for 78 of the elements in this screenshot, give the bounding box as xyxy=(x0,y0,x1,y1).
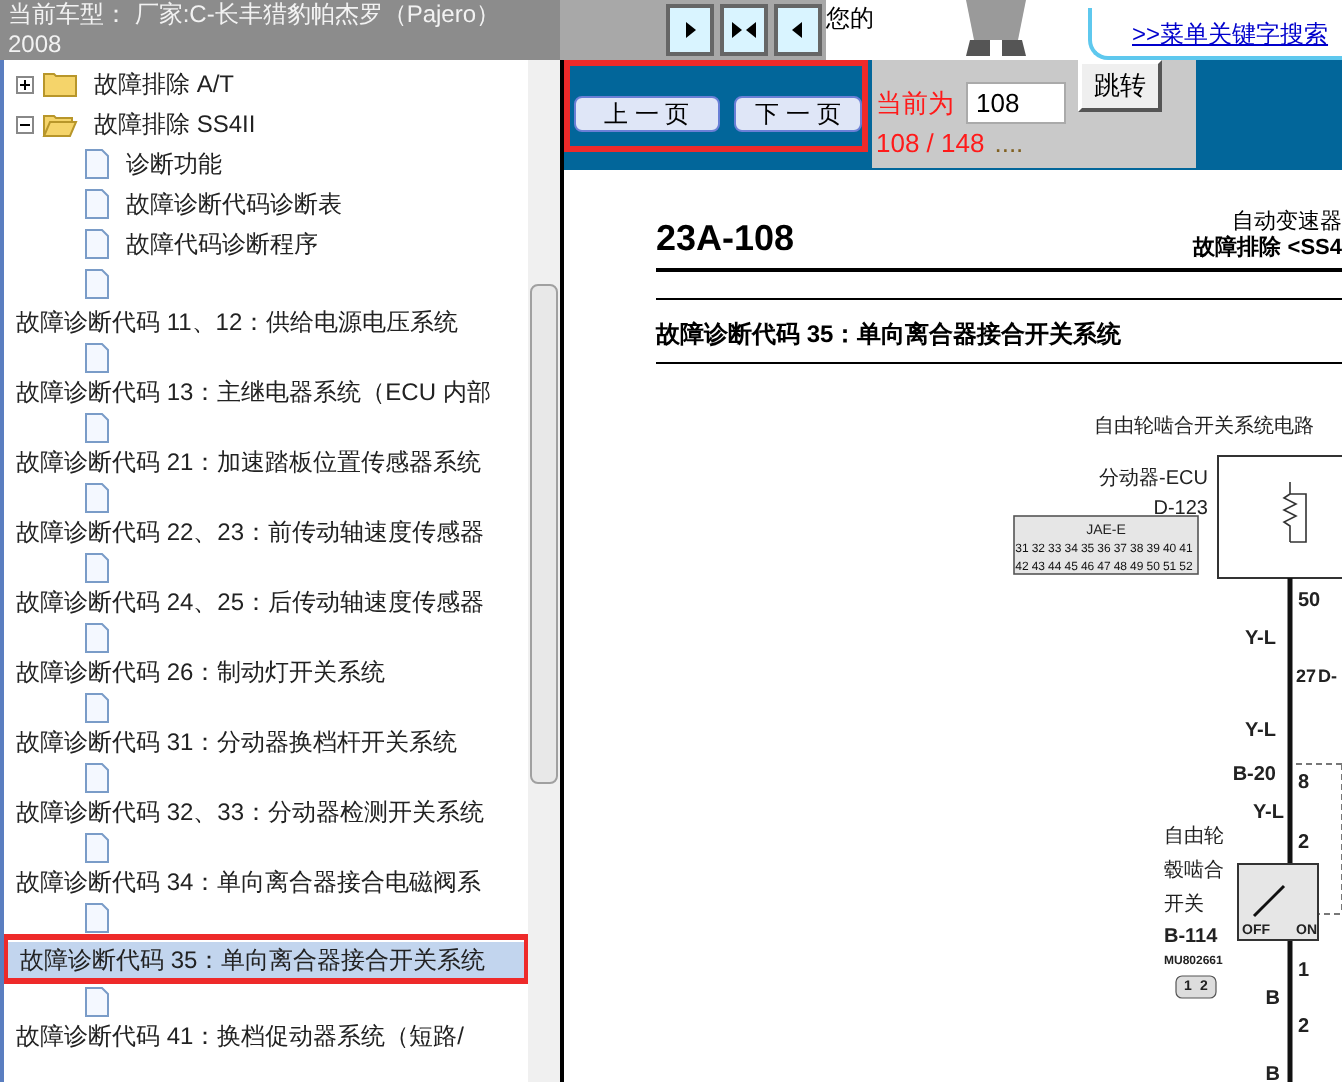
diagram-label: 50 xyxy=(1298,590,1321,612)
layout-toggle-button[interactable] xyxy=(720,4,768,56)
scrollbar[interactable] xyxy=(528,60,560,1082)
tree-item[interactable]: 故障诊断代码 32、33：分动器检测开关系统 xyxy=(4,794,528,830)
diagram-label: 2 xyxy=(1298,1016,1310,1038)
scrollbar-thumb[interactable] xyxy=(530,284,558,784)
diagram-label: D-123 xyxy=(1153,498,1208,520)
diagram-label: B-20 xyxy=(1232,764,1276,786)
connector-drawing xyxy=(1175,975,1217,999)
ecu-box xyxy=(1217,455,1342,579)
document-icon xyxy=(84,411,110,443)
tree-item[interactable]: 故障诊断代码 13：主继电器系统（ECU 内部 xyxy=(4,374,528,410)
tree-item[interactable]: 故障诊断代码 22、23：前传动轴速度传感器 xyxy=(4,514,528,550)
next-page-button[interactable]: 下 一 页 xyxy=(733,96,863,132)
tree-item[interactable]: 故障诊断代码 21：加速踏板位置传感器系统 xyxy=(4,444,528,480)
diagram-label: 2 xyxy=(1298,832,1310,854)
tree-item[interactable]: 故障诊断代码 34：单向离合器接合电磁阀系 xyxy=(4,864,528,900)
resistor-drawing xyxy=(1282,481,1307,543)
document-icon xyxy=(84,268,110,300)
folder-icon xyxy=(42,70,78,98)
document-icon xyxy=(84,481,110,513)
previous-page-button[interactable]: 上 一 页 xyxy=(574,96,720,132)
tree-item[interactable]: 诊断功能 xyxy=(4,144,528,184)
diagram-label: 27 xyxy=(1296,666,1317,686)
page-count: 108 / 148 xyxy=(876,126,985,162)
diagram-label: 自由轮啮合开关系统电路 xyxy=(1094,416,1314,438)
layout-toggle-button[interactable] xyxy=(666,4,714,56)
document-icon xyxy=(84,551,110,583)
document-icon xyxy=(84,621,110,653)
tree-item[interactable]: 故障诊断代码 11、12：供给电源电压系统 xyxy=(4,304,528,340)
diagram-label: Y-L xyxy=(1244,628,1276,650)
document-icon xyxy=(84,228,110,260)
diagram-label: 毂啮合 xyxy=(1164,860,1224,882)
vehicle-title: 当前车型： 厂家:C-长丰猎豹帕杰罗（Pajero）2008 xyxy=(0,0,560,60)
open-folder-icon xyxy=(42,110,78,138)
diagram-label: 开关 xyxy=(1164,894,1204,916)
document-icon xyxy=(84,691,110,723)
greeting-text: 您的 xyxy=(826,2,874,36)
section-heading: 自动变速器 xyxy=(1232,210,1342,235)
diagram-label: Y-L xyxy=(1252,802,1284,824)
document-icon xyxy=(84,188,110,220)
document-icon xyxy=(84,901,110,933)
document-icon xyxy=(84,148,110,180)
diagram-label: Y-L xyxy=(1244,720,1276,742)
ellipsis-text: .... xyxy=(994,126,1024,162)
document-title: 故障诊断代码 35：单向离合器接合开关系统 xyxy=(656,320,1122,348)
switch-drawing xyxy=(1237,863,1319,941)
document-icon xyxy=(84,341,110,373)
diagram-label: B-114 xyxy=(1164,926,1218,948)
tree-item[interactable]: 故障排除 SS4II xyxy=(4,104,528,144)
tree-item[interactable]: 故障诊断代码诊断表 xyxy=(4,184,528,224)
diagram-label: B xyxy=(1265,988,1280,1010)
diagram-label: 自由轮 xyxy=(1164,826,1224,848)
keyword-search-link[interactable]: >>菜单关键字搜索 xyxy=(1132,16,1329,52)
layout-toggle-button[interactable] xyxy=(774,4,822,56)
current-page-label: 当前为 xyxy=(876,85,954,122)
diagram-label: 1 xyxy=(1298,960,1310,982)
subsection-heading: 故障排除 <SS4 xyxy=(1193,236,1342,262)
tree-item[interactable]: 故障代码诊断程序 xyxy=(4,224,528,264)
arrow-icon xyxy=(730,20,758,40)
page-number-field[interactable]: 108 xyxy=(966,82,1066,124)
page-number-heading: 23A-108 xyxy=(656,220,795,256)
tree-item[interactable]: 故障诊断代码 35：单向离合器接合开关系统 xyxy=(8,942,524,978)
document-icon xyxy=(84,985,110,1017)
tree-item[interactable]: 故障排除 A/T xyxy=(4,64,528,104)
expand-icon[interactable] xyxy=(16,75,34,93)
diagram-label: D- xyxy=(1318,666,1337,686)
diagram-label: 8 xyxy=(1298,772,1310,794)
go-button[interactable]: 跳转 xyxy=(1078,59,1162,111)
tree-item[interactable]: 故障诊断代码 31：分动器换档杆开关系统 xyxy=(4,724,528,760)
document-icon xyxy=(84,831,110,863)
diagram-label: B xyxy=(1265,1064,1280,1082)
diagram-label: 分动器-ECU xyxy=(1099,468,1208,490)
tree-item[interactable]: 故障诊断代码 26：制动灯开关系统 xyxy=(4,654,528,690)
document-icon xyxy=(84,761,110,793)
tree-item[interactable]: 故障诊断代码 24、25：后传动轴速度传感器 xyxy=(4,584,528,620)
tree-item[interactable]: 故障诊断代码 41：换档促动器系统（短路/ xyxy=(4,1018,528,1054)
collapse-icon[interactable] xyxy=(16,115,34,133)
